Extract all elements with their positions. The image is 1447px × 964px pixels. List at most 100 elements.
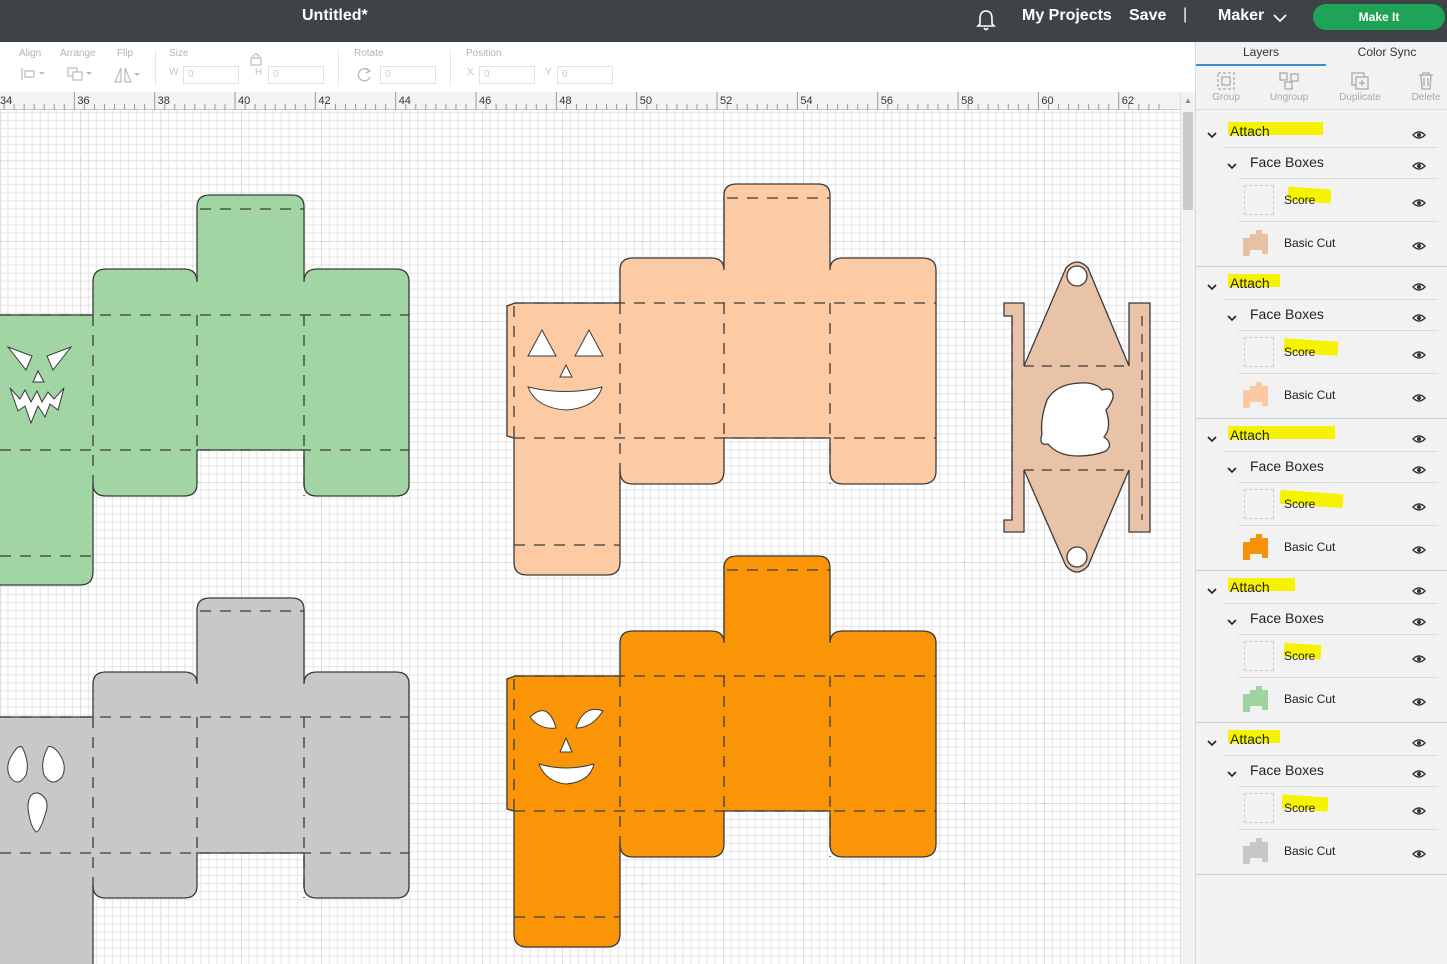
attach-row[interactable]: Attach bbox=[1196, 268, 1447, 298]
position-label: Position bbox=[466, 48, 502, 59]
chevron-down-icon[interactable] bbox=[1206, 735, 1218, 747]
chevron-down-icon[interactable] bbox=[1226, 766, 1238, 778]
group-divider bbox=[1196, 418, 1447, 419]
make-it-button[interactable]: Make It bbox=[1313, 4, 1445, 30]
ruler-label: 54 bbox=[800, 95, 812, 107]
attach-row[interactable]: Attach bbox=[1196, 420, 1447, 450]
canvas-scrollbar[interactable]: ▲ bbox=[1180, 92, 1195, 964]
face-boxes-row[interactable]: Face Boxes bbox=[1196, 452, 1447, 482]
align-icon[interactable] bbox=[20, 66, 46, 82]
size-label: Size bbox=[169, 48, 189, 59]
score-layer-row[interactable]: Score bbox=[1196, 483, 1447, 525]
eye-icon[interactable] bbox=[1412, 499, 1426, 511]
chevron-down-icon[interactable] bbox=[1206, 431, 1218, 443]
eye-icon[interactable] bbox=[1412, 127, 1426, 139]
eye-icon[interactable] bbox=[1412, 347, 1426, 359]
design-canvas[interactable] bbox=[0, 110, 1180, 964]
score-label: Score bbox=[1284, 801, 1316, 815]
x-position-field[interactable]: 0 bbox=[479, 66, 535, 84]
bell-icon[interactable] bbox=[975, 8, 997, 32]
eye-icon[interactable] bbox=[1412, 310, 1426, 322]
face-boxes-label: Face Boxes bbox=[1250, 306, 1324, 322]
eye-icon[interactable] bbox=[1412, 542, 1426, 554]
y-label: Y bbox=[545, 67, 552, 78]
eye-icon[interactable] bbox=[1412, 614, 1426, 626]
rotate-field[interactable]: 0 bbox=[380, 66, 436, 84]
basic-cut-layer-row[interactable]: Basic Cut bbox=[1196, 222, 1447, 264]
eye-icon[interactable] bbox=[1412, 158, 1426, 170]
attach-label: Attach bbox=[1230, 731, 1270, 747]
basic-cut-layer-row[interactable]: Basic Cut bbox=[1196, 374, 1447, 416]
tab-color-sync[interactable]: Color Sync bbox=[1326, 42, 1447, 66]
ruler-label: 42 bbox=[318, 95, 330, 107]
group-button[interactable]: Group bbox=[1196, 68, 1256, 110]
group-divider bbox=[1196, 722, 1447, 723]
tab-layers[interactable]: Layers bbox=[1196, 42, 1326, 66]
chevron-down-icon[interactable] bbox=[1226, 462, 1238, 474]
duplicate-button[interactable]: Duplicate bbox=[1330, 68, 1390, 110]
flip-icon[interactable] bbox=[112, 66, 142, 84]
score-layer-row[interactable]: Score bbox=[1196, 787, 1447, 829]
top-bar: Untitled* My Projects Save | Maker Make … bbox=[0, 0, 1447, 42]
duplicate-label: Duplicate bbox=[1339, 92, 1381, 103]
machine-selector[interactable]: Maker bbox=[1218, 7, 1264, 25]
basic-cut-thumbnail bbox=[1243, 230, 1268, 256]
eye-icon[interactable] bbox=[1412, 462, 1426, 474]
eye-icon[interactable] bbox=[1412, 238, 1426, 250]
score-label: Score bbox=[1284, 193, 1316, 207]
chevron-down-icon[interactable] bbox=[1272, 12, 1288, 24]
basic-cut-layer-row[interactable]: Basic Cut bbox=[1196, 830, 1447, 872]
chevron-down-icon[interactable] bbox=[1226, 614, 1238, 626]
save-button[interactable]: Save bbox=[1129, 7, 1166, 25]
chevron-down-icon[interactable] bbox=[1206, 583, 1218, 595]
basic-cut-thumbnail bbox=[1243, 838, 1268, 864]
attach-row[interactable]: Attach bbox=[1196, 724, 1447, 754]
document-title[interactable]: Untitled* bbox=[302, 7, 368, 25]
chevron-down-icon[interactable] bbox=[1206, 279, 1218, 291]
chevron-down-icon[interactable] bbox=[1226, 310, 1238, 322]
eye-icon[interactable] bbox=[1412, 431, 1426, 443]
attach-row[interactable]: Attach bbox=[1196, 572, 1447, 602]
layers-panel: Layers Color Sync Group Ungroup Duplicat… bbox=[1195, 42, 1447, 964]
eye-icon[interactable] bbox=[1412, 694, 1426, 706]
ungroup-button[interactable]: Ungroup bbox=[1259, 68, 1319, 110]
ruler-label: 58 bbox=[961, 95, 973, 107]
basic-cut-layer-row[interactable]: Basic Cut bbox=[1196, 526, 1447, 568]
toolbar-divider bbox=[155, 50, 156, 86]
eye-icon[interactable] bbox=[1412, 651, 1426, 663]
rotate-icon[interactable] bbox=[355, 66, 373, 84]
eye-icon[interactable] bbox=[1412, 803, 1426, 815]
score-layer-row[interactable]: Score bbox=[1196, 179, 1447, 221]
delete-button[interactable]: Delete bbox=[1396, 68, 1447, 110]
eye-icon[interactable] bbox=[1412, 279, 1426, 291]
arrange-icon[interactable] bbox=[66, 66, 94, 82]
width-field[interactable]: 0 bbox=[183, 66, 239, 84]
eye-icon[interactable] bbox=[1412, 583, 1426, 595]
eye-icon[interactable] bbox=[1412, 735, 1426, 747]
face-boxes-row[interactable]: Face Boxes bbox=[1196, 604, 1447, 634]
score-thumbnail bbox=[1244, 185, 1274, 215]
group-label: Group bbox=[1212, 92, 1240, 103]
scroll-thumb[interactable] bbox=[1183, 112, 1193, 210]
face-boxes-row[interactable]: Face Boxes bbox=[1196, 300, 1447, 330]
eye-icon[interactable] bbox=[1412, 846, 1426, 858]
face-boxes-row[interactable]: Face Boxes bbox=[1196, 148, 1447, 178]
eye-icon[interactable] bbox=[1412, 195, 1426, 207]
height-label: H bbox=[255, 67, 263, 78]
basic-cut-layer-row[interactable]: Basic Cut bbox=[1196, 678, 1447, 720]
height-field[interactable]: 0 bbox=[268, 66, 324, 84]
my-projects-link[interactable]: My Projects bbox=[1022, 7, 1112, 25]
attach-row[interactable]: Attach bbox=[1196, 116, 1447, 146]
eye-icon[interactable] bbox=[1412, 766, 1426, 778]
align-label: Align bbox=[19, 48, 42, 59]
eye-icon[interactable] bbox=[1412, 390, 1426, 402]
chevron-down-icon[interactable] bbox=[1226, 158, 1238, 170]
score-layer-row[interactable]: Score bbox=[1196, 331, 1447, 373]
face-boxes-row[interactable]: Face Boxes bbox=[1196, 756, 1447, 786]
chevron-down-icon[interactable] bbox=[1206, 127, 1218, 139]
lock-icon[interactable] bbox=[250, 52, 262, 66]
y-position-field[interactable]: 0 bbox=[557, 66, 613, 84]
score-layer-row[interactable]: Score bbox=[1196, 635, 1447, 677]
x-label: X bbox=[467, 67, 474, 78]
scroll-up-arrow-icon[interactable]: ▲ bbox=[1184, 96, 1192, 105]
